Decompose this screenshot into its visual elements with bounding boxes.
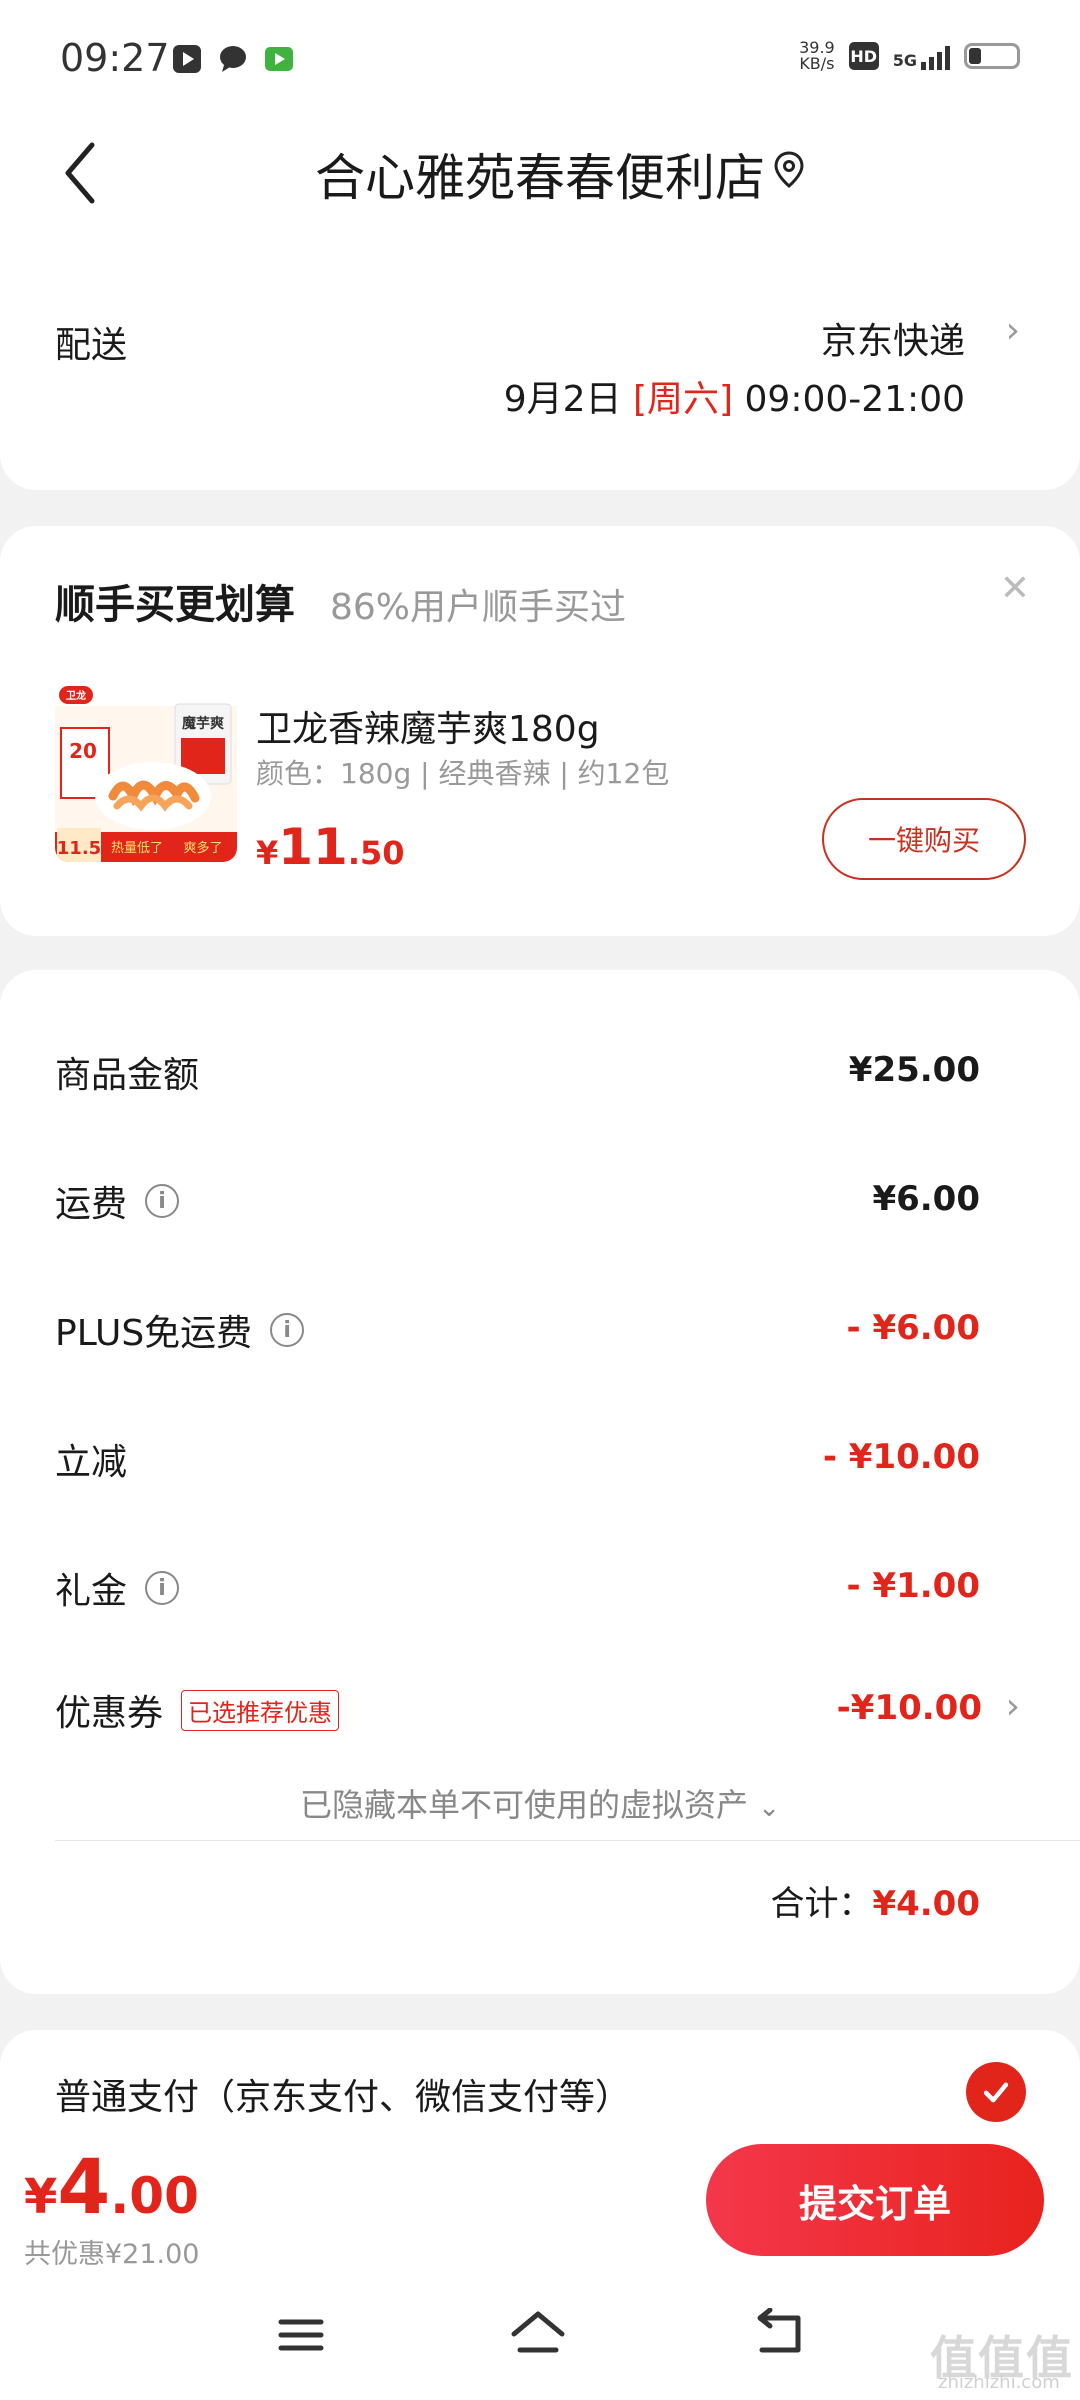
chevron-right-icon[interactable]: › [1006, 1686, 1020, 1727]
info-icon[interactable]: i [145, 1184, 180, 1218]
price-decimal: .00 [110, 2167, 199, 2225]
info-icon[interactable]: i [270, 1313, 305, 1347]
coupon-recommended-tag: 已选推荐优惠 [181, 1689, 340, 1731]
total-value: ¥4.00 [872, 1884, 980, 1924]
upsell-subtitle: 86%用户顺手买过 [330, 587, 627, 628]
hidden-assets-toggle[interactable]: 已隐藏本单不可使用的虚拟资产 ⌄ [0, 1780, 1080, 1826]
plus-free-shipping-value: - ¥6.00 [846, 1308, 981, 1348]
fee-row-goods: 商品金额 ¥25.00 [55, 1046, 980, 1106]
delivery-weekday: [周六] [632, 379, 734, 420]
chevron-down-icon: ⌄ [758, 1793, 780, 1823]
goods-amount-value: ¥25.00 [848, 1050, 980, 1090]
video-app-icon [172, 44, 202, 74]
price-integer: 4 [57, 2142, 111, 2231]
product-image-pack: 魔芋爽 [182, 715, 224, 732]
net-speed-unit: KB/s [799, 54, 835, 73]
product-image-slogan-a: 热量低了 [111, 841, 163, 856]
instant-discount-label: 立减 [55, 1442, 128, 1483]
bottom-total-price: ¥4.00 [24, 2142, 199, 2231]
coupon-value: -¥10.00 [836, 1688, 982, 1728]
product-image[interactable]: 卫龙 20 魔芋爽 11.5 热量低了 爽多了 [55, 678, 237, 862]
product-image-badge: 20 [69, 739, 97, 763]
fee-row-plus: PLUS免运费 i - ¥6.00 [55, 1304, 980, 1364]
delivery-hours: 09:00-21:00 [744, 379, 965, 420]
net-speed: 39.9 KB/s [799, 40, 835, 72]
price-integer: 11 [278, 818, 348, 876]
fee-row-gift: 礼金 i - ¥1.00 [55, 1562, 980, 1622]
shipping-value: ¥6.00 [872, 1179, 980, 1219]
close-icon[interactable]: ✕ [1000, 568, 1030, 609]
upsell-title: 顺手买更划算 [55, 582, 295, 628]
back-nav-icon[interactable] [752, 2307, 808, 2360]
shipping-label: 运费 [55, 1184, 128, 1225]
delivery-date: 9月2日 [503, 379, 622, 420]
total-saved: 共优惠¥21.00 [24, 2239, 200, 2270]
delivery-time[interactable]: 9月2日 [周六] 09:00-21:00 [504, 370, 965, 422]
payment-method-label[interactable]: 普通支付（京东支付、微信支付等） [55, 2068, 631, 2120]
product-spec: 颜色：180g | 经典香辣 | 约12包 [256, 757, 670, 790]
hidden-assets-text: 已隐藏本单不可使用的虚拟资产 [300, 1786, 749, 1824]
home-icon[interactable] [508, 2306, 568, 2362]
hd-icon: HD [848, 42, 879, 70]
gift-money-label: 礼金 [55, 1571, 128, 1612]
submit-order-button[interactable]: 提交订单 [706, 2144, 1044, 2256]
divider [55, 1840, 1080, 1841]
chevron-right-icon[interactable]: › [1006, 310, 1020, 351]
price-symbol: ¥ [256, 834, 279, 872]
total-label: 合计： [770, 1884, 873, 1924]
price-symbol: ¥ [24, 2169, 58, 2225]
gift-money-value: - ¥1.00 [846, 1566, 981, 1606]
battery-icon [964, 43, 1020, 69]
product-image-slogan-b: 爽多了 [183, 840, 222, 856]
instant-discount-value: - ¥10.00 [822, 1437, 980, 1477]
message-icon [218, 44, 248, 74]
checkmark-icon[interactable] [966, 2062, 1026, 2122]
product-image-brand: 卫龙 [66, 689, 86, 702]
notification-icons [172, 44, 294, 74]
price-decimal: .50 [347, 834, 405, 872]
page-title: 合心雅苑春春便利店 [315, 149, 765, 207]
watermark-url: zhizhizhi.com [938, 2372, 1060, 2393]
location-pin-icon[interactable] [772, 150, 806, 190]
fee-row-discount: 立减 - ¥10.00 [55, 1433, 980, 1493]
network-type: 5G [892, 51, 917, 70]
product-name[interactable]: 卫龙香辣魔芋爽180g [256, 700, 600, 752]
goods-amount-label: 商品金额 [55, 1055, 200, 1096]
coupon-label: 优惠券 [55, 1693, 164, 1734]
delivery-method[interactable]: 京东快递 [821, 312, 965, 364]
info-icon[interactable]: i [145, 1571, 180, 1605]
status-time: 09:27 [60, 36, 170, 80]
one-click-buy-button[interactable]: 一键购买 [822, 798, 1026, 880]
fee-row-coupon[interactable]: 优惠券 已选推荐优惠 -¥10.00 [55, 1684, 982, 1744]
plus-free-shipping-label: PLUS免运费 [55, 1313, 253, 1354]
product-price: ¥11.50 [256, 818, 405, 876]
signal-icon: 5G [893, 42, 950, 70]
total-row: 合计：¥4.00 [770, 1876, 980, 1925]
product-image-price: 11.5 [57, 838, 101, 859]
system-status-icons: 39.9 KB/s HD 5G [799, 40, 1020, 72]
delivery-label: 配送 [55, 325, 128, 366]
iqiyi-icon [264, 44, 294, 74]
menu-icon[interactable] [276, 2310, 326, 2360]
fee-row-shipping: 运费 i ¥6.00 [55, 1175, 980, 1235]
